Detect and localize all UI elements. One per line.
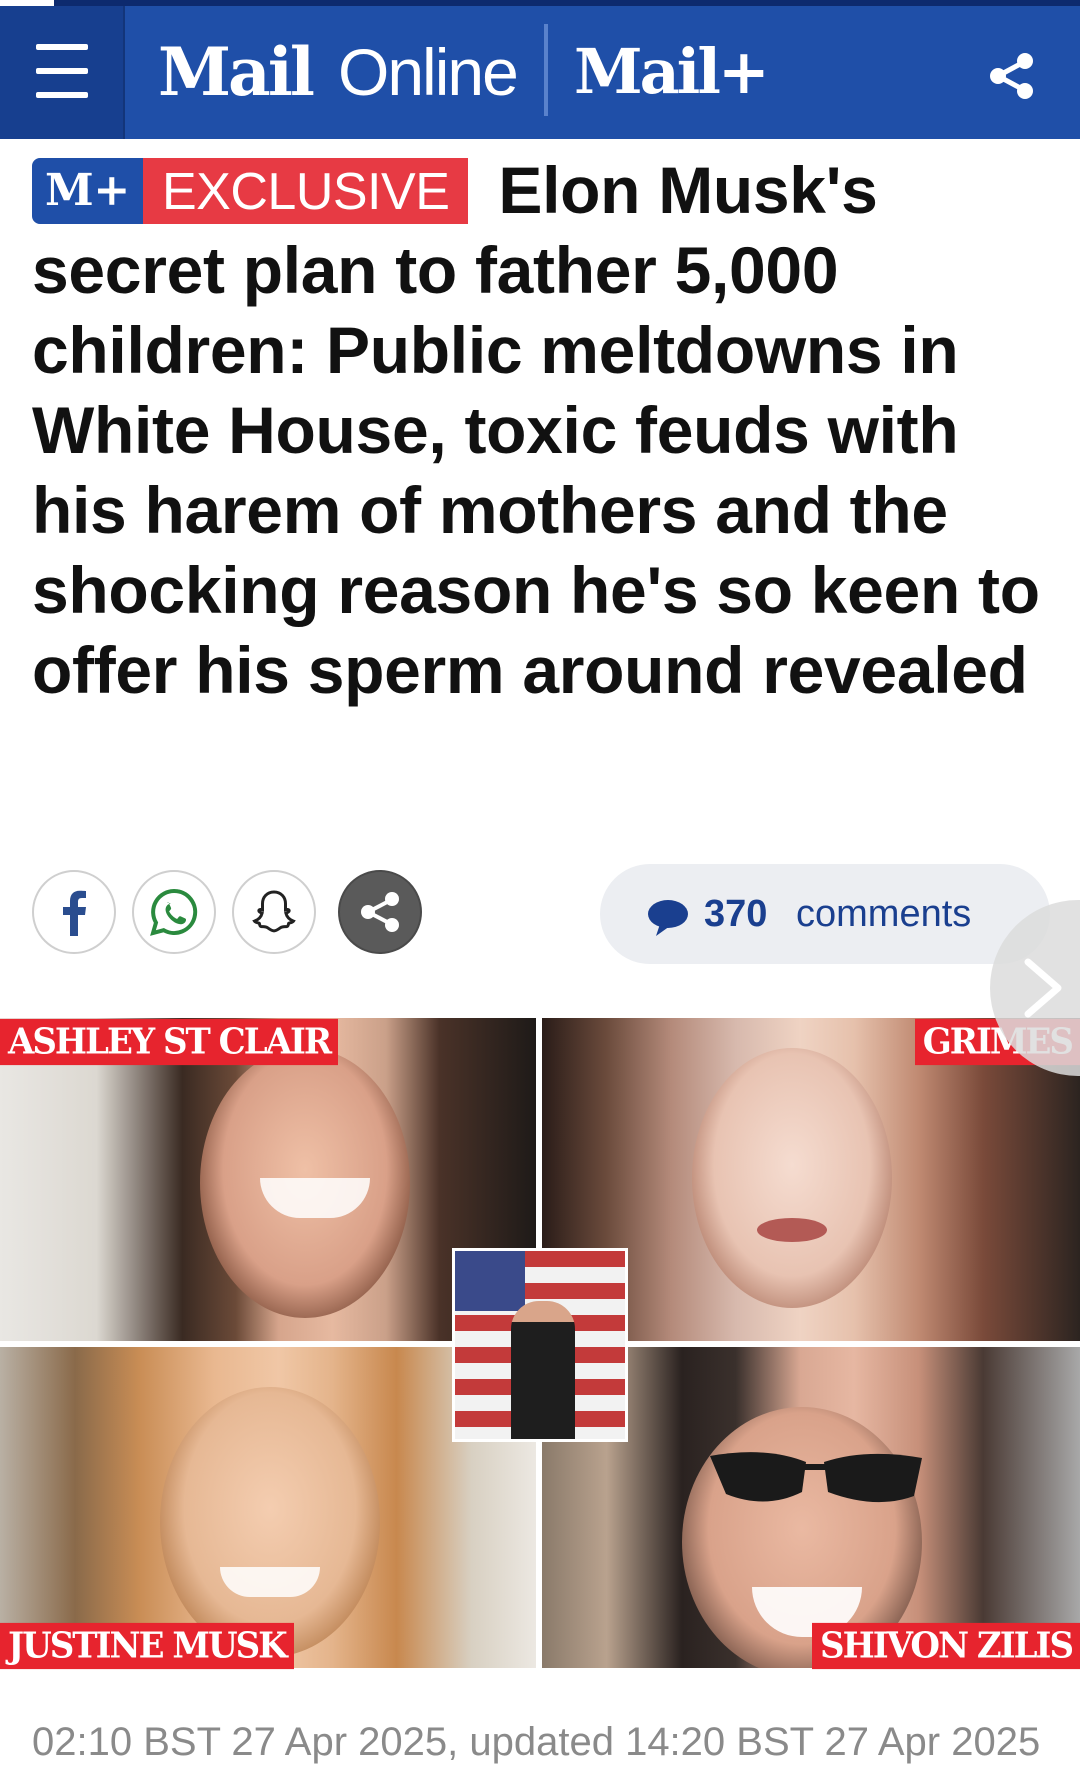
header-share-button[interactable]	[986, 50, 1038, 102]
exclusive-badge: M+ EXCLUSIVE	[32, 158, 469, 224]
share-icon	[361, 892, 399, 932]
logo-divider	[544, 24, 548, 116]
snapchat-share-button[interactable]	[232, 870, 316, 954]
mailplus-logo[interactable]: Mail+	[574, 32, 770, 112]
headline-text: Elon Musk's secret plan to father 5,000 …	[32, 153, 1040, 707]
label-justine-musk: JUSTINE MUSK	[0, 1622, 294, 1670]
menu-icon-bar	[36, 68, 88, 74]
article-headline: M+ EXCLUSIVE Elon Musk's secret plan to fa…	[32, 150, 1052, 710]
chevron-right-icon	[1024, 958, 1062, 1018]
share-icon	[990, 53, 1033, 99]
snapchat-icon	[252, 890, 296, 933]
whatsapp-share-button[interactable]	[132, 870, 216, 954]
mailonline-logo-online[interactable]: Online	[338, 32, 519, 112]
article-dateline: 02:10 BST 27 Apr 2025, updated 14:20 BST…	[32, 1720, 1041, 1764]
comment-bubble-icon	[648, 900, 688, 936]
comments-label: comments	[796, 893, 972, 935]
menu-icon-bar	[36, 92, 88, 98]
menu-button[interactable]	[0, 6, 125, 139]
label-ashley-st-clair: ASHLEY ST CLAIR	[0, 1018, 339, 1066]
photo-elon-musk	[452, 1248, 628, 1442]
menu-icon	[36, 44, 88, 50]
label-shivon-zilis: SHIVON ZILIS	[812, 1622, 1080, 1670]
article-hero-image[interactable]: ASHLEY ST CLAIR GRIMES JUSTINE MUSK SHIV…	[0, 1018, 1080, 1670]
comments-count: 370	[704, 893, 768, 935]
sunglasses-graphic	[710, 1452, 922, 1503]
exclusive-label: EXCLUSIVE	[142, 158, 469, 224]
facebook-icon	[63, 890, 86, 936]
site-header: Mail Online Mail+	[0, 6, 1080, 139]
whatsapp-icon	[150, 888, 198, 936]
comments-button[interactable]: 370 comments	[600, 864, 1050, 964]
more-share-button[interactable]	[338, 870, 422, 954]
facebook-share-button[interactable]	[32, 870, 116, 954]
mplus-badge: M+	[32, 158, 143, 224]
mailonline-logo-mail[interactable]: Mail	[158, 32, 315, 112]
